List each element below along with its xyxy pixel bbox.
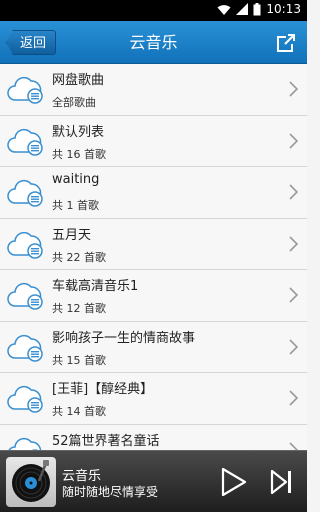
cloud-playlist-icon: [7, 282, 43, 310]
playlist-item[interactable]: 默认列表 共 16 首歌: [0, 115, 307, 167]
playlist-list[interactable]: 网盘歌曲 全部歌曲 默认列表 共 16 首歌 waiting 共 1 首歌 五月…: [0, 64, 307, 450]
playlist-item[interactable]: 52篇世界著名童话: [0, 424, 307, 450]
cloud-playlist-icon: [7, 76, 43, 104]
playlist-count: 共 12 首歌: [52, 302, 106, 315]
playlist-count: 全部歌曲: [52, 96, 96, 109]
status-bar: 10:13: [0, 0, 307, 21]
playlist-item[interactable]: 网盘歌曲 全部歌曲: [0, 64, 307, 116]
playlist-title: 五月天: [52, 227, 92, 243]
playlist-count: 共 14 首歌: [52, 405, 106, 418]
playlist-item[interactable]: waiting 共 1 首歌: [0, 167, 307, 219]
chevron-right-icon: [289, 441, 298, 450]
cloud-playlist-icon: [7, 128, 43, 156]
playlist-item[interactable]: 五月天 共 22 首歌: [0, 218, 307, 270]
chevron-right-icon: [289, 287, 298, 303]
playlist-title: 影响孩子一生的情商故事: [52, 330, 196, 346]
playlist-title: 52篇世界著名童话: [52, 433, 160, 449]
wifi-icon: [217, 4, 231, 15]
title-bar: 返回 云音乐: [0, 21, 307, 64]
playlist-item[interactable]: 影响孩子一生的情商故事 共 15 首歌: [0, 321, 307, 373]
playlist-title: 车载高清音乐1: [52, 279, 139, 294]
vinyl-record-icon: [12, 460, 50, 502]
next-track-icon[interactable]: [270, 469, 294, 495]
mini-player[interactable]: 云音乐 随时随地尽情享受: [0, 450, 307, 512]
chevron-right-icon: [289, 235, 298, 252]
cloud-playlist-icon: [8, 437, 42, 450]
share-icon[interactable]: [275, 32, 297, 54]
album-art[interactable]: [6, 457, 56, 507]
player-subtitle: 随时随地尽情享受: [62, 485, 159, 499]
playlist-title: 默认列表: [52, 124, 105, 140]
playlist-title: [王菲]【醇经典】: [52, 382, 154, 397]
cloud-playlist-icon: [7, 334, 43, 362]
cloud-playlist-icon: [7, 385, 43, 413]
cloud-playlist-icon: [7, 179, 43, 207]
player-title: 云音乐: [62, 469, 102, 484]
page-title: 云音乐: [129, 33, 178, 52]
chevron-right-icon: [289, 390, 298, 406]
playlist-title: waiting: [52, 172, 100, 187]
chevron-right-icon: [289, 81, 298, 97]
playlist-item[interactable]: 车载高清音乐1 共 12 首歌: [0, 270, 307, 322]
playlist-count: 共 16 首歌: [52, 147, 106, 161]
signal-icon: [236, 3, 249, 15]
playlist-count: 共 22 首歌: [52, 250, 106, 264]
chevron-right-icon: [289, 184, 298, 200]
status-time: 10:13: [266, 2, 301, 16]
chevron-right-icon: [289, 338, 298, 355]
cloud-playlist-icon: [7, 231, 43, 259]
battery-icon: [253, 2, 261, 15]
playlist-title: 网盘歌曲: [52, 73, 105, 88]
play-icon[interactable]: [221, 468, 247, 496]
chevron-right-icon: [289, 132, 298, 149]
playlist-item[interactable]: [王菲]【醇经典】 共 14 首歌: [0, 373, 307, 425]
playlist-count: 共 15 首歌: [52, 353, 106, 367]
playlist-count: 共 1 首歌: [52, 199, 99, 212]
